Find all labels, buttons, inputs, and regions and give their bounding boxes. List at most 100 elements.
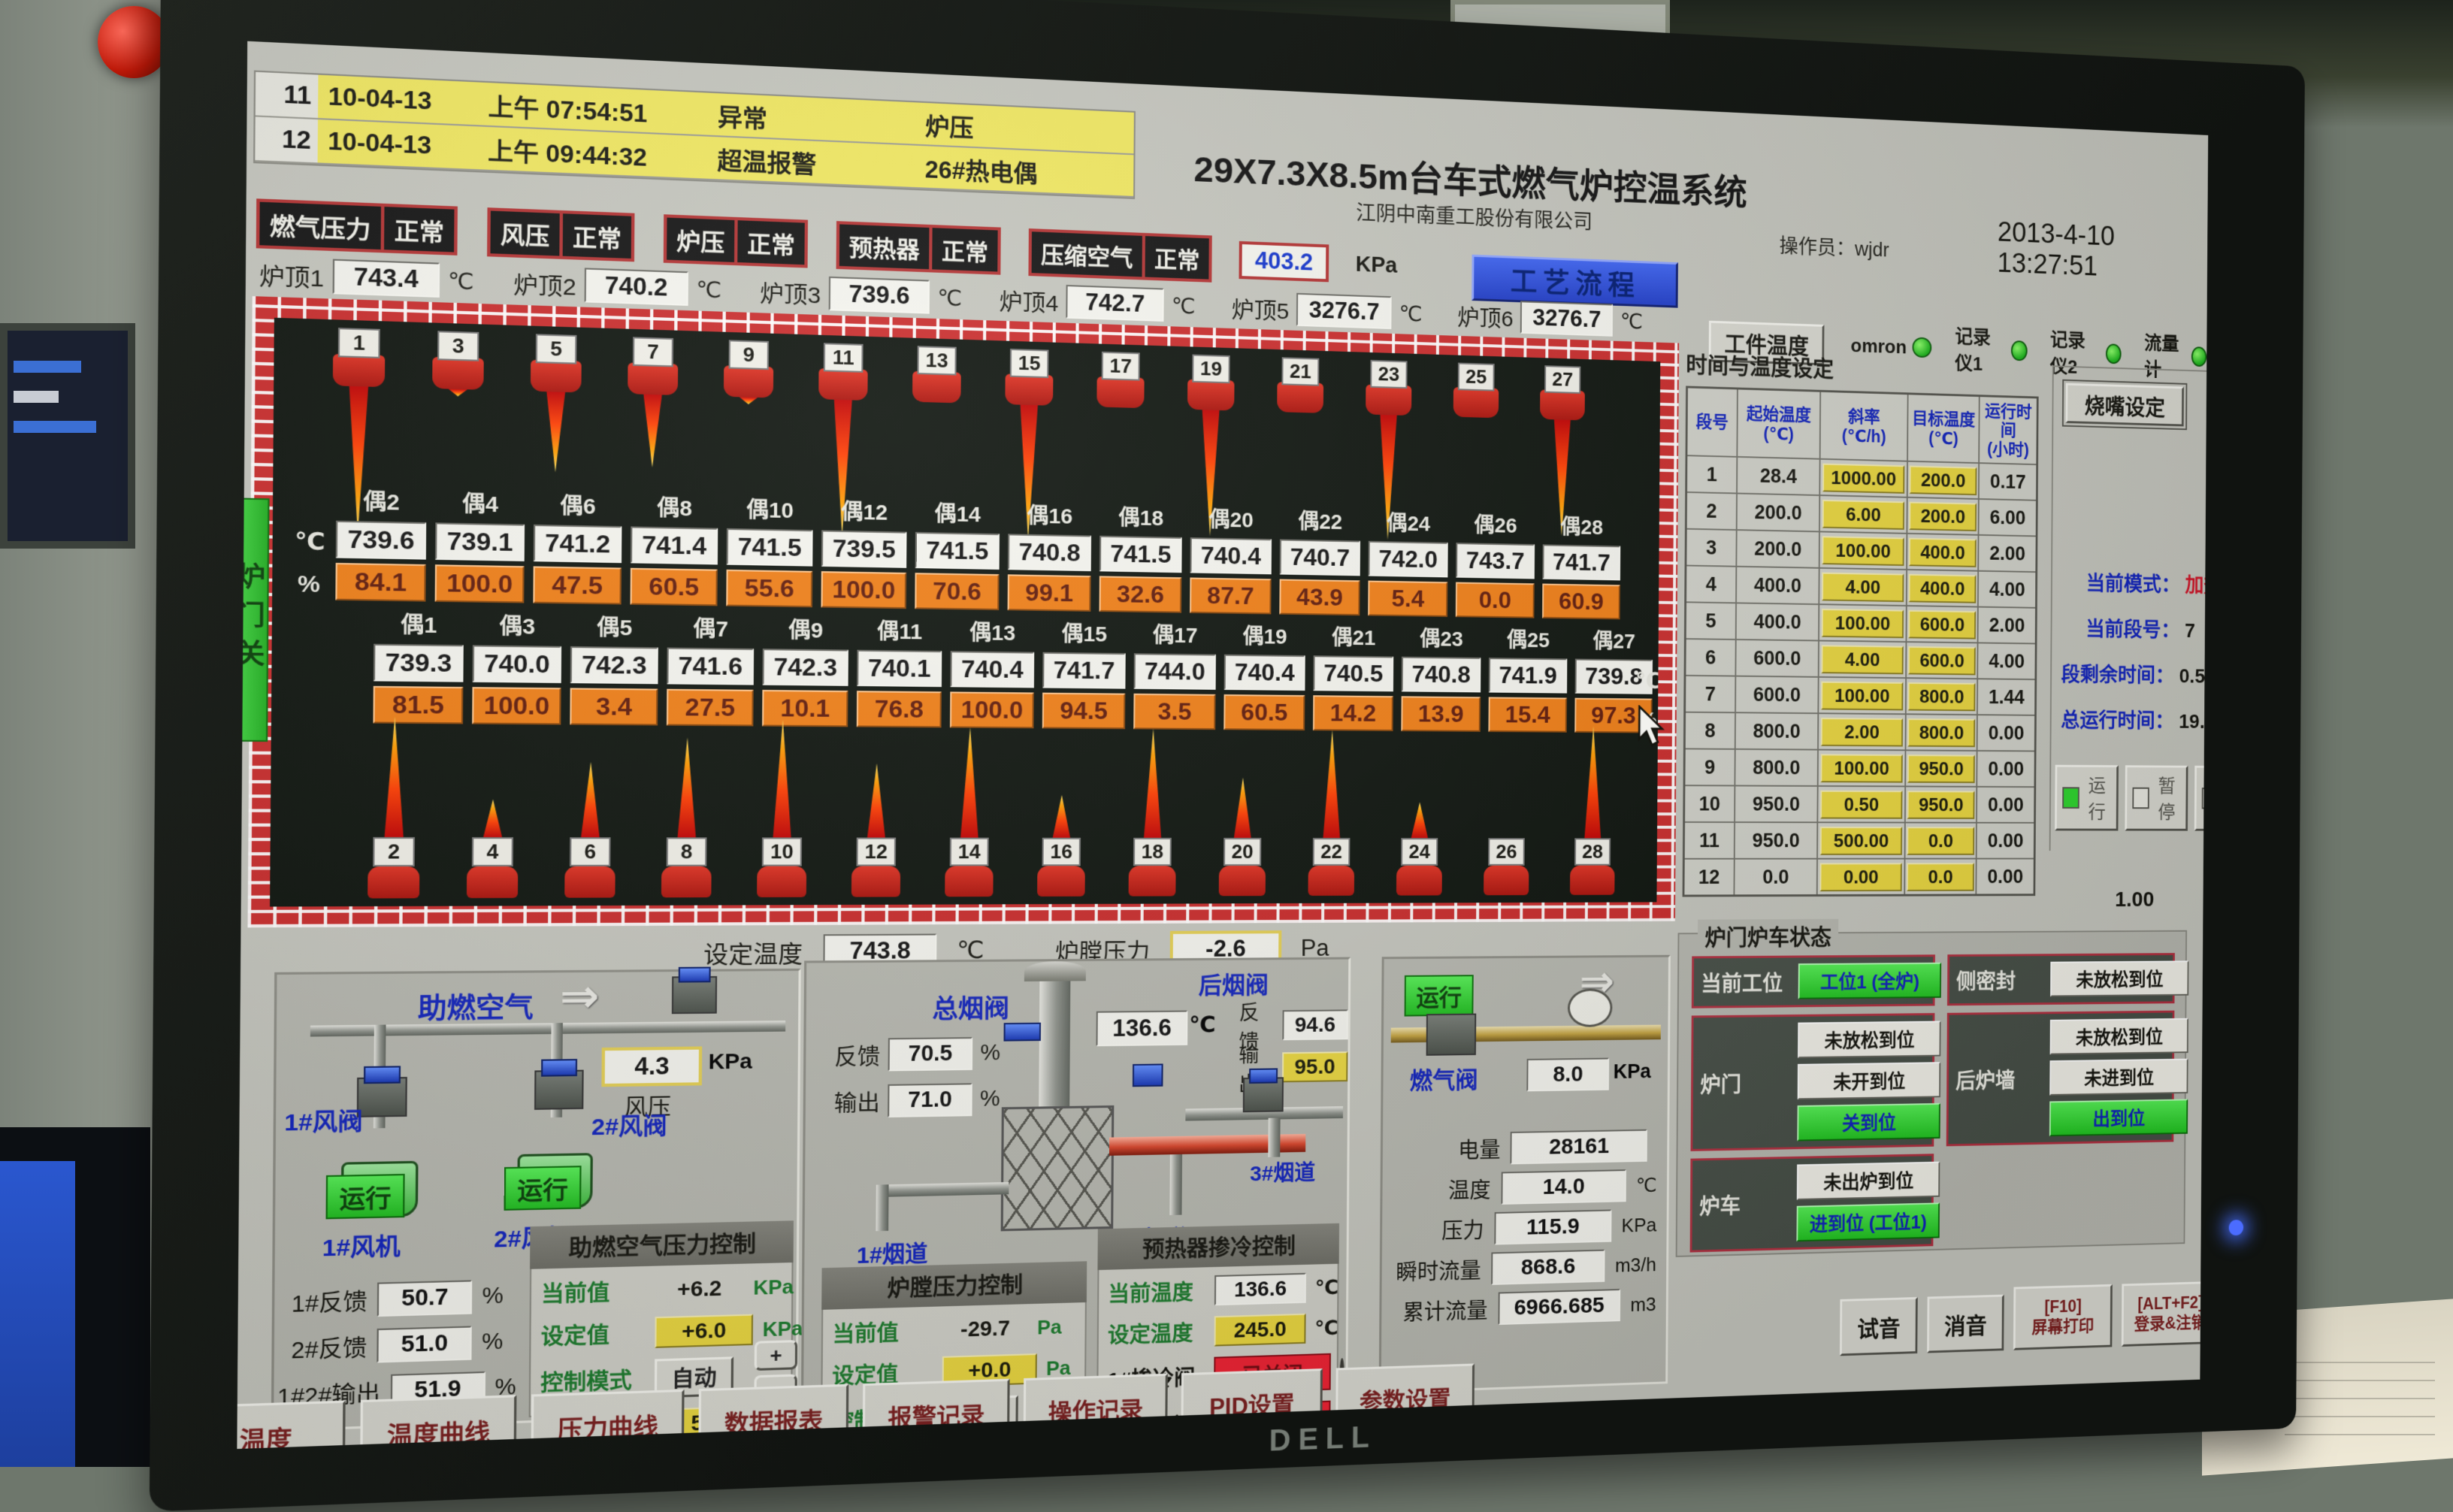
thermocouple: 偶14741.570.6 [915, 497, 999, 610]
schedule-rate-value[interactable]: 500.00 [1820, 827, 1902, 855]
schedule-seg-cell: 5 [1686, 603, 1737, 640]
alarm-date: 10-04-13 [318, 119, 479, 169]
gas-valve-label: 燃气阀 [1410, 1061, 1478, 1096]
run-button[interactable]: 运行 [2055, 765, 2119, 831]
alarm-source: 26#热电偶 [915, 146, 1133, 196]
air-set-value[interactable]: +6.0 [655, 1314, 753, 1348]
schedule-rate-value[interactable]: 100.00 [1822, 536, 1904, 566]
schedule-rate-value[interactable]: 6.00 [1822, 500, 1904, 530]
roof-temp-value: 743.4 [332, 259, 440, 298]
gas-meter-label: 压力 [1393, 1213, 1484, 1247]
schedule-time-cell: 0.00 [1977, 824, 2034, 858]
nav-button[interactable]: 操作记录 [1024, 1374, 1168, 1444]
thermocouple-temp: 741.9 [1489, 658, 1568, 693]
roof-temp-unit: ℃ [448, 268, 474, 295]
schedule-row[interactable]: 120.00.000.00.00 [1684, 860, 2033, 895]
burner-number: 15 [1010, 349, 1049, 378]
nav-button[interactable]: 报警记录 [863, 1379, 1010, 1449]
burner-block-icon [1484, 866, 1529, 896]
nav-button[interactable]: 温度曲线 [360, 1395, 516, 1449]
roof-temp-value: 740.2 [584, 268, 688, 306]
system-button[interactable]: 消音 [1927, 1295, 2004, 1353]
stop-button[interactable]: 停止 [2194, 766, 2208, 831]
schedule-target-value[interactable]: 200.0 [1909, 501, 1977, 531]
chamber-outv-label: 输出值 [831, 1447, 932, 1449]
schedule-row[interactable]: 6600.04.00600.04.00 [1686, 640, 2034, 680]
thermocouple: 偶23740.813.9 [1402, 622, 1480, 732]
schedule-row[interactable]: 5400.0100.00600.02.00 [1686, 603, 2035, 645]
burner-block-icon [333, 354, 385, 387]
thermocouple-output: 14.2 [1313, 695, 1393, 731]
schedule-row[interactable]: 9800.0100.00950.00.00 [1685, 750, 2034, 788]
schedule-target-value[interactable]: 600.0 [1908, 646, 1976, 676]
schedule-row[interactable]: 3200.0100.00400.02.00 [1686, 530, 2035, 573]
heat-exchanger-icon [1001, 1105, 1115, 1231]
schedule-seg-cell: 9 [1685, 750, 1735, 785]
burner-settings-button[interactable]: 烧嘴设定 [2065, 383, 2183, 427]
system-button[interactable]: 试音 [1840, 1297, 1918, 1356]
total-time-label: 总运行时间： [2061, 709, 2173, 733]
preheater-set-row: 设定温度 245.0 ℃ [1099, 1308, 1338, 1356]
preheater-set-value[interactable]: 245.0 [1214, 1314, 1306, 1347]
schedule-target-value[interactable]: 0.0 [1907, 827, 1974, 855]
schedule-seg-cell: 2 [1687, 493, 1738, 529]
nav-button[interactable]: 压力曲线 [531, 1390, 684, 1449]
roof-temp: 炉顶1743.4℃ [259, 256, 474, 298]
schedule-row[interactable]: 10950.00.50950.00.00 [1685, 786, 2034, 824]
nav-button[interactable]: 温度 [237, 1401, 345, 1449]
thermocouple-output: 100.0 [950, 691, 1034, 728]
schedule-rate-value[interactable]: 4.00 [1821, 645, 1903, 674]
schedule-target-value[interactable]: 0.0 [1907, 863, 1974, 891]
schedule-target-value[interactable]: 400.0 [1909, 574, 1977, 603]
schedule-rate-value[interactable]: 4.00 [1822, 572, 1904, 601]
schedule-target-value[interactable]: 950.0 [1907, 791, 1975, 819]
schedule-rate-value[interactable]: 100.00 [1822, 609, 1904, 638]
flame-icon [480, 800, 505, 838]
roof-temp: 炉顶63276.7℃ [1457, 298, 1643, 337]
schedule-start-cell: 28.4 [1738, 458, 1821, 494]
schedule-start-cell: 600.0 [1736, 677, 1819, 713]
schedule-start-cell: 800.0 [1736, 714, 1819, 749]
burner-block-icon [757, 866, 806, 897]
schedule-row[interactable]: 11950.0500.000.00.00 [1685, 823, 2034, 860]
air-cur-unit: KPa [753, 1275, 794, 1299]
schedule-rate-value[interactable]: 2.00 [1821, 718, 1903, 746]
datetime: 2013-4-10 13:27:51 [1998, 217, 2208, 287]
air-pressure-value: 4.3 [601, 1046, 702, 1087]
system-button[interactable]: [ALT+F2] 登录&注销 [2122, 1281, 2208, 1347]
schedule-target-value[interactable]: 600.0 [1908, 610, 1976, 640]
schedule-target-value[interactable]: 200.0 [1910, 465, 1977, 495]
air-plus-button[interactable]: + [755, 1340, 798, 1371]
schedule-row[interactable]: 8800.02.00800.00.00 [1686, 713, 2034, 752]
thermocouple-label: 偶23 [1420, 622, 1463, 652]
chamber-plus-button[interactable]: + [1047, 1424, 1089, 1449]
schedule-start-cell: 400.0 [1737, 567, 1820, 603]
current-seg-value: 7 [2185, 619, 2195, 641]
schedule-rate-value[interactable]: 0.00 [1819, 863, 1901, 891]
schedule-target-value[interactable]: 950.0 [1907, 754, 1975, 783]
chamber-outv-value[interactable]: 71 [942, 1444, 1036, 1449]
run-control-buttons: 运行 暂停 停止 [2055, 765, 2208, 831]
pause-button[interactable]: 暂停 [2125, 765, 2188, 830]
schedule-row[interactable]: 4400.04.00400.04.00 [1686, 567, 2035, 609]
door-status-section: 后炉墙未放松到位未进到位出到位 [1946, 1011, 2175, 1147]
chamber-pm-buttons: + - [1047, 1424, 1089, 1449]
schedule-rate-value[interactable]: 0.50 [1820, 791, 1902, 819]
schedule-rate-value[interactable]: 100.00 [1820, 754, 1902, 782]
schedule-rate-value[interactable]: 1000.00 [1822, 463, 1904, 493]
schedule-start-cell: 800.0 [1735, 750, 1819, 785]
schedule-rate-cell: 100.00 [1819, 605, 1907, 641]
door-status-state: 未进到位 [2049, 1059, 2188, 1096]
system-button[interactable]: [F10] 屏幕打印 [2013, 1284, 2113, 1350]
schedule-rate-value[interactable]: 100.00 [1821, 682, 1903, 711]
nav-button[interactable]: 数据报表 [698, 1384, 848, 1449]
burner: 3 [429, 331, 488, 398]
secondary-monitor-screen [0, 1161, 75, 1467]
schedule-target-value[interactable]: 800.0 [1908, 682, 1976, 711]
burner-block-icon [912, 371, 961, 404]
schedule-target-value[interactable]: 400.0 [1909, 538, 1977, 567]
schedule-target-value[interactable]: 800.0 [1907, 718, 1975, 747]
schedule-row[interactable]: 7600.0100.00800.01.44 [1686, 676, 2034, 716]
thermocouple: 偶18741.532.6 [1100, 500, 1181, 612]
schedule-rate-cell: 100.00 [1820, 533, 1908, 570]
